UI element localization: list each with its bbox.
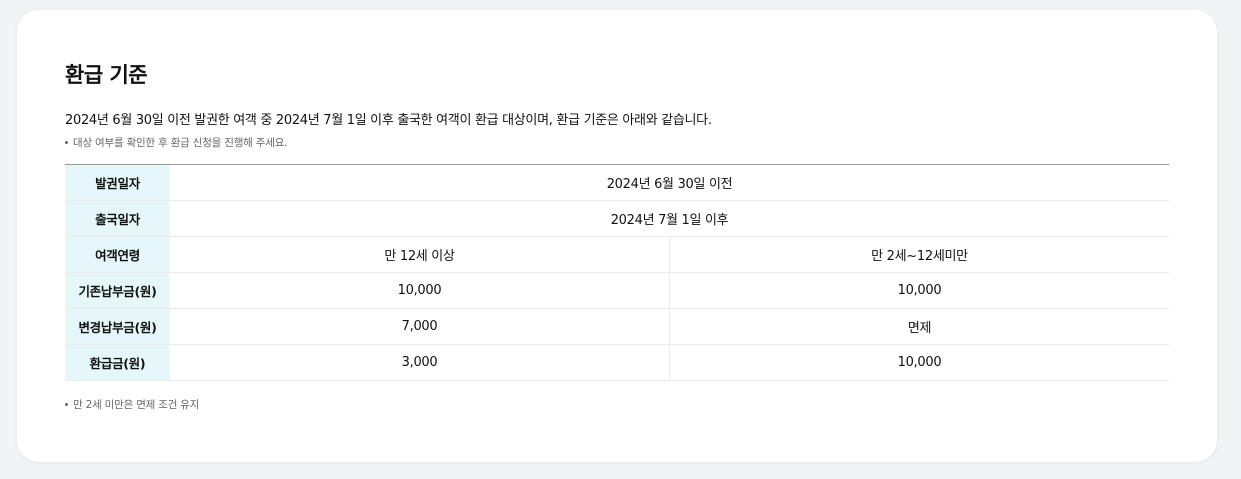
notice-top: 대상 여부를 확인한 후 환급 신청을 진행해 주세요.	[65, 135, 288, 150]
table-row-new-fee: 변경납부금(원) 7,000 면제	[65, 308, 1169, 345]
new-fee-child: 면제	[669, 308, 1169, 345]
table-row-age: 여객연령 만 12세 이상 만 2세~12세미만	[65, 236, 1169, 273]
departure-date-value: 2024년 7월 1일 이후	[170, 200, 1169, 237]
row-header-issue-date: 발권일자	[65, 164, 170, 201]
refund-amount-child: 10,000	[669, 344, 1169, 381]
table-row-departure-date: 출국일자 2024년 7월 1일 이후	[65, 200, 1169, 237]
bullet-icon	[65, 402, 68, 406]
refund-criteria-card: 환급 기준 2024년 6월 30일 이전 발권한 여객 중 2024년 7월 …	[17, 10, 1217, 462]
table-row-old-fee: 기존납부금(원) 10,000 10,000	[65, 272, 1169, 309]
row-header-departure-date: 출국일자	[65, 200, 170, 237]
refund-criteria-table: 발권일자 2024년 6월 30일 이전 출국일자 2024년 7월 1일 이후…	[65, 164, 1169, 381]
row-header-age: 여객연령	[65, 236, 170, 273]
refund-amount-adult: 3,000	[170, 344, 670, 381]
table-row-refund-amount: 환급금(원) 3,000 10,000	[65, 344, 1169, 381]
issue-date-value: 2024년 6월 30일 이전	[170, 164, 1169, 201]
table-row-issue-date: 발권일자 2024년 6월 30일 이전	[65, 164, 1169, 201]
row-header-new-fee: 변경납부금(원)	[65, 308, 170, 345]
row-header-refund-amount: 환급금(원)	[65, 344, 170, 381]
notice-bottom: 만 2세 미만은 면제 조건 유지	[65, 397, 199, 412]
section-description: 2024년 6월 30일 이전 발권한 여객 중 2024년 7월 1일 이후 …	[65, 113, 712, 128]
old-fee-child: 10,000	[669, 272, 1169, 309]
row-header-old-fee: 기존납부금(원)	[65, 272, 170, 309]
new-fee-adult: 7,000	[170, 308, 670, 345]
notice-top-text: 대상 여부를 확인한 후 환급 신청을 진행해 주세요.	[73, 137, 288, 149]
age-adult: 만 12세 이상	[170, 236, 670, 273]
notice-bottom-text: 만 2세 미만은 면제 조건 유지	[73, 399, 200, 411]
bullet-icon	[65, 140, 68, 144]
section-title: 환급 기준	[65, 63, 148, 87]
age-child: 만 2세~12세미만	[669, 236, 1169, 273]
old-fee-adult: 10,000	[170, 272, 670, 309]
